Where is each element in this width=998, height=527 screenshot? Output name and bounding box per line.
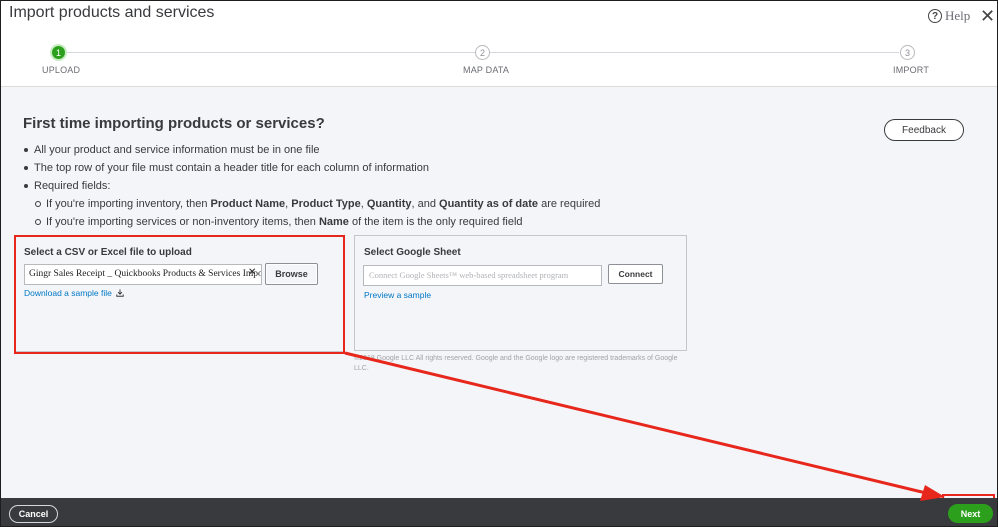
help-link[interactable]: ? Help [928,8,970,24]
help-icon: ? [928,9,942,23]
close-icon[interactable]: ✕ [980,6,995,27]
dialog-title: Import products and services [9,4,215,21]
required-fields-list: If you're importing inventory, then Prod… [35,195,600,231]
import-dialog: Import products and services ? Help ✕ 1 … [0,0,998,527]
next-button[interactable]: Next [948,504,993,523]
step-2-circle: 2 [475,45,490,60]
step-3-circle: 3 [900,45,915,60]
annotation-highlight-upload [14,235,345,354]
google-panel-title: Select Google Sheet [364,247,461,258]
feedback-button[interactable]: Feedback [884,119,964,141]
help-label: Help [945,8,971,23]
step-1-label: UPLOAD [42,65,81,75]
intro-heading: First time importing products or service… [23,115,325,132]
cancel-button[interactable]: Cancel [9,505,58,523]
dialog-footer [1,498,997,526]
requirement-item: All your product and service information… [23,141,429,159]
step-3-label: IMPORT [893,65,930,75]
services-requirement: If you're importing services or non-inve… [35,213,600,231]
dialog-header: Import products and services ? Help ✕ 1 … [1,1,997,87]
inventory-requirement: If you're importing inventory, then Prod… [35,195,600,213]
requirements-list: All your product and service information… [23,141,429,195]
google-sheet-input[interactable]: Connect Google Sheets™ web-based spreads… [363,265,602,286]
step-2-label: MAP DATA [463,65,510,75]
requirement-item: The top row of your file must contain a … [23,159,429,177]
google-copyright: ©2018 Google LLC All rights reserved. Go… [354,355,678,372]
step-1-circle: 1 [50,44,67,61]
requirement-item: Required fields: [23,177,429,195]
connect-button[interactable]: Connect [608,264,663,284]
preview-sample-link[interactable]: Preview a sample [364,290,431,300]
